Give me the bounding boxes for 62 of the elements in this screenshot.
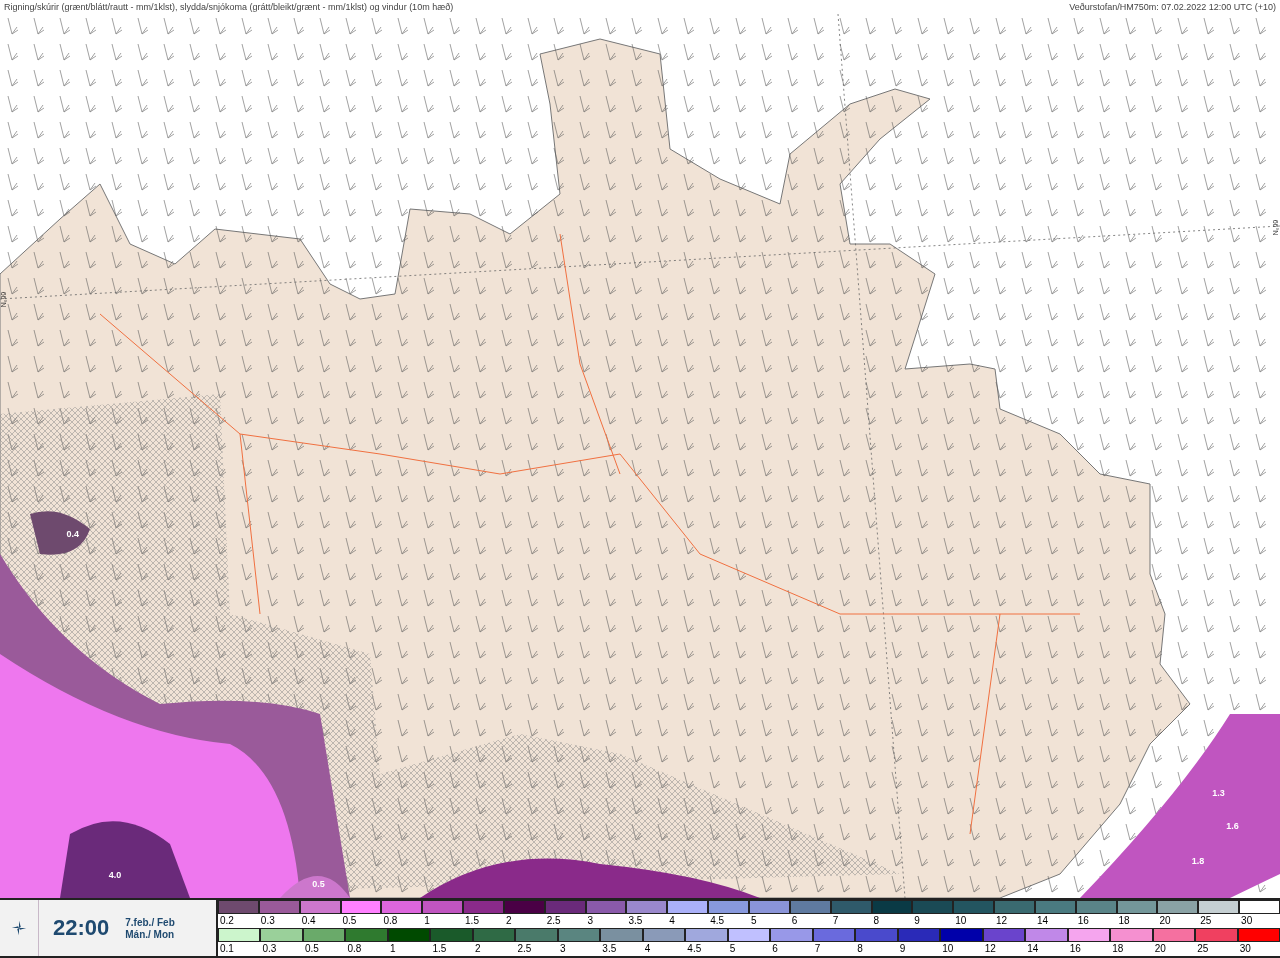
legend-value: 3: [586, 914, 595, 927]
legend-value: 20: [1158, 914, 1172, 927]
legend-value: 5: [749, 914, 758, 927]
legend-value: 12: [995, 914, 1009, 927]
legend-value: 16: [1068, 942, 1082, 955]
legend-value: 18: [1117, 914, 1131, 927]
legend-value: 3.5: [627, 914, 644, 927]
legend-value: 2: [473, 942, 482, 955]
legend-value: 0.4: [300, 914, 317, 927]
legend-value: 2.5: [516, 942, 533, 955]
forecast-date: 7.feb./ Feb: [125, 916, 175, 928]
legend-value: 0.3: [259, 914, 276, 927]
legend-value: 7: [831, 914, 840, 927]
precipitation-value: 4.0: [108, 869, 122, 880]
map-title: Rigning/skúrir (grænt/blátt/rautt - mm/1klst), slydda/snjókoma (grátt/bleikt/grænt - mm/1klst) og vindur (10m hæð): [4, 2, 454, 12]
legend-value: 0.2: [219, 914, 235, 927]
legend-value: 0.8: [382, 914, 399, 927]
legend-value: 8: [872, 914, 881, 927]
legend-value: 6: [771, 942, 779, 955]
legend-value: 1: [423, 914, 431, 927]
precipitation-value: 1.8: [1191, 856, 1205, 867]
legend-value: 1: [388, 942, 397, 955]
legend-value: 7: [813, 942, 822, 955]
legend-value: 3.5: [601, 942, 618, 955]
legend-value: 1.5: [431, 942, 448, 955]
model-run-info: Veðurstofan/HM750m: 07.02.2022 12:00 UTC (+10): [1069, 2, 1276, 12]
precipitation-value: 1.6: [1226, 821, 1239, 832]
forecast-weekday: Mán./ Mon: [125, 928, 175, 940]
precipitation-value: 0.5: [312, 878, 325, 889]
legend-value: 25: [1199, 914, 1213, 927]
legend-value: 0.8: [346, 942, 363, 955]
legend-value: 4.5: [709, 914, 726, 927]
legend-value: 9: [913, 914, 921, 927]
legend-value: 5: [728, 942, 737, 955]
legend-value: 0.1: [219, 942, 235, 955]
legend-value: 0.5: [303, 942, 320, 955]
legend-value: 18: [1111, 942, 1125, 955]
legend-value: 0.3: [261, 942, 278, 955]
legend-value: 3: [558, 942, 567, 955]
legend-value: 14: [1026, 942, 1040, 955]
legend-value: 4: [668, 914, 676, 927]
precipitation-value: 0.4: [66, 529, 80, 540]
legend-value: 16: [1076, 914, 1090, 927]
legend-value: 10: [941, 942, 955, 955]
legend-value: 6: [790, 914, 799, 927]
legend-value: 2: [504, 914, 513, 927]
legend-value: 1.5: [464, 914, 480, 927]
legend-value: 0.5: [341, 914, 358, 927]
legend-value: 4: [643, 942, 652, 955]
legend-value: 8: [856, 942, 864, 955]
legend-value: 25: [1196, 942, 1210, 955]
legend-value: 12: [983, 942, 997, 955]
legend-value: 14: [1035, 914, 1049, 927]
legend-value: 30: [1240, 914, 1254, 927]
forecast-time: 22:00: [53, 915, 110, 941]
precipitation-value: 1.3: [1212, 787, 1225, 798]
legend-value: 2.5: [545, 914, 562, 927]
legend-value: 30: [1238, 942, 1252, 955]
legend-value: 20: [1153, 942, 1167, 955]
legend-value: 10: [954, 914, 968, 927]
legend-value: 9: [898, 942, 907, 955]
legend-value: 4.5: [686, 942, 703, 955]
